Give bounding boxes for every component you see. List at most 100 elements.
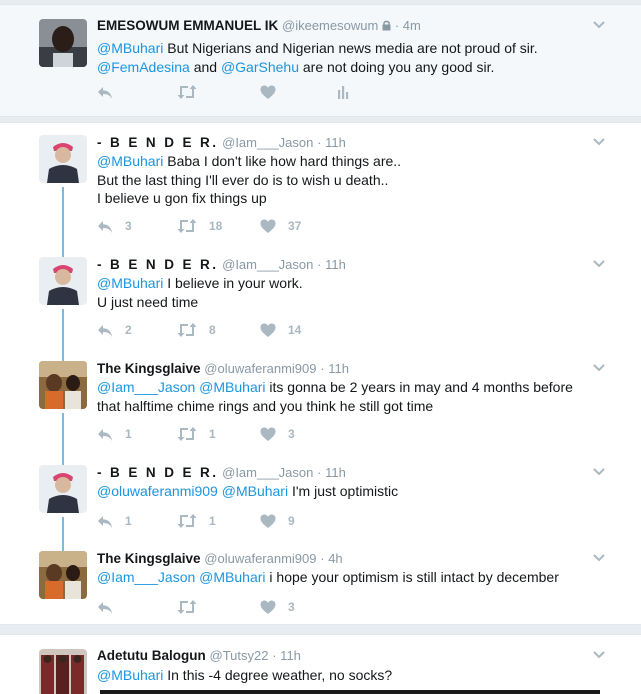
reply-button[interactable]: 2: [97, 321, 132, 339]
like-count: 3: [288, 427, 295, 441]
chevron-down-icon[interactable]: [593, 138, 605, 146]
mention-link[interactable]: @FemAdesina: [97, 59, 190, 75]
retweet-icon: [177, 323, 197, 337]
reply-button[interactable]: 3: [97, 217, 132, 235]
timestamp[interactable]: · 11h: [317, 257, 346, 272]
retweet-button[interactable]: 8: [177, 321, 216, 339]
user-handle[interactable]: @ikeemesowum: [282, 18, 378, 33]
display-name[interactable]: EMESOWUM EMMANUEL IK: [97, 18, 278, 33]
display-name[interactable]: The Kingsglaive: [97, 361, 201, 376]
thread-connector: [62, 517, 64, 553]
like-button[interactable]: 14: [260, 321, 301, 339]
display-name[interactable]: The Kingsglaive: [97, 551, 201, 566]
thread-connector: [62, 413, 64, 465]
reply-button[interactable]: 1: [97, 425, 132, 443]
attached-photo[interactable]: [100, 690, 600, 694]
display-name[interactable]: - B E N D E R.: [97, 257, 218, 272]
retweet-count: 1: [209, 514, 216, 528]
retweet-icon: [177, 514, 197, 528]
timestamp[interactable]: · 4m: [395, 18, 421, 33]
retweet-button[interactable]: 1: [177, 425, 216, 443]
mention-link[interactable]: @oluwaferanmi909: [97, 483, 218, 499]
like-count: 14: [288, 323, 302, 337]
mention-link[interactable]: @MBuhari: [97, 153, 163, 169]
text-span: In this -4 degree weather, no socks?: [163, 667, 393, 683]
retweet-button[interactable]: [177, 83, 209, 101]
text-line: I believe u gon fix things up: [97, 190, 267, 206]
mention-link[interactable]: @GarShehu: [221, 59, 299, 75]
mention-link[interactable]: @MBuhari: [97, 667, 163, 683]
tweet-text: @MBuhari In this -4 degree weather, no s…: [97, 666, 392, 685]
thread-connector: [62, 309, 64, 361]
chevron-down-icon[interactable]: [593, 21, 605, 29]
text-span: I'm just optimistic: [288, 483, 399, 499]
retweet-button[interactable]: 18: [177, 217, 222, 235]
display-name[interactable]: Adetutu Balogun: [97, 648, 206, 663]
like-button[interactable]: 3: [260, 598, 295, 616]
retweet-count: 18: [209, 219, 223, 233]
text-span: Baba I don't like how hard things are..: [163, 153, 402, 169]
like-count: 9: [288, 514, 295, 528]
display-name[interactable]: - B E N D E R.: [97, 135, 218, 150]
reply-icon: [98, 429, 112, 441]
avatar[interactable]: [39, 361, 87, 409]
avatar[interactable]: [39, 257, 87, 305]
chevron-down-icon[interactable]: [593, 554, 605, 562]
avatar[interactable]: [39, 551, 87, 599]
reply-button[interactable]: [97, 598, 125, 616]
analytics-button[interactable]: [337, 83, 361, 101]
tweet-card[interactable]: Adetutu Balogun @Tutsy22 · 11h @MBuhari …: [0, 634, 641, 694]
mention-link[interactable]: @MBuhari: [199, 379, 265, 395]
tweet-text: @Iam___Jason @MBuhari i hope your optimi…: [97, 568, 559, 587]
text-span: I believe in your work.: [163, 275, 303, 291]
like-count: 3: [288, 600, 295, 614]
like-button[interactable]: [260, 83, 288, 101]
reply-count: 1: [125, 514, 132, 528]
tweet-header: - B E N D E R. @Iam___Jason · 11h: [97, 257, 346, 272]
tweet-header: The Kingsglaive @oluwaferanmi909 · 11h: [97, 361, 349, 376]
mention-link[interactable]: @Iam___Jason: [97, 379, 195, 395]
user-handle[interactable]: @Iam___Jason: [222, 465, 313, 480]
like-button[interactable]: 37: [260, 217, 301, 235]
display-name[interactable]: - B E N D E R.: [97, 465, 218, 480]
mention-link[interactable]: @MBuhari: [97, 40, 163, 56]
user-handle[interactable]: @oluwaferanmi909: [204, 361, 316, 376]
reply-icon: [98, 221, 112, 233]
heart-icon: [260, 219, 276, 233]
reply-button[interactable]: 1: [97, 512, 132, 530]
chevron-down-icon[interactable]: [593, 260, 605, 268]
like-button[interactable]: 3: [260, 425, 295, 443]
tweet-card[interactable]: EMESOWUM EMMANUEL IK @ikeemesowum · 4m @…: [0, 4, 641, 117]
mention-link[interactable]: @MBuhari: [199, 569, 265, 585]
user-handle[interactable]: @Iam___Jason: [222, 135, 313, 150]
retweet-button[interactable]: [177, 598, 209, 616]
avatar[interactable]: [39, 19, 87, 67]
tweet-text: @Iam___Jason @MBuhari its gonna be 2 yea…: [97, 378, 573, 415]
user-handle[interactable]: @Iam___Jason: [222, 257, 313, 272]
user-handle[interactable]: @oluwaferanmi909: [204, 551, 316, 566]
text-line: that halftime chime rings and you think …: [97, 397, 434, 414]
user-handle[interactable]: @Tutsy22: [210, 648, 269, 663]
mention-link[interactable]: @Iam___Jason: [97, 569, 195, 585]
like-button[interactable]: 9: [260, 512, 295, 530]
avatar[interactable]: [39, 465, 87, 513]
reply-button[interactable]: [97, 83, 125, 101]
tweet-text: @MBuhari Baba I don't like how hard thin…: [97, 152, 401, 208]
tweet-header: Adetutu Balogun @Tutsy22 · 11h: [97, 648, 301, 663]
retweet-icon: [177, 219, 197, 233]
mention-link[interactable]: @MBuhari: [97, 275, 163, 291]
mention-link[interactable]: @MBuhari: [222, 483, 288, 499]
chevron-down-icon[interactable]: [593, 651, 605, 659]
chevron-down-icon[interactable]: [593, 364, 605, 372]
timestamp[interactable]: · 11h: [320, 361, 349, 376]
timestamp[interactable]: · 11h: [272, 648, 301, 663]
retweet-icon: [177, 427, 197, 441]
analytics-icon: [338, 86, 349, 99]
chevron-down-icon[interactable]: [593, 468, 605, 476]
timestamp[interactable]: · 11h: [317, 465, 346, 480]
timestamp[interactable]: · 11h: [317, 135, 346, 150]
avatar[interactable]: [39, 135, 87, 183]
avatar[interactable]: [39, 649, 87, 694]
retweet-button[interactable]: 1: [177, 512, 216, 530]
timestamp[interactable]: · 4h: [320, 551, 342, 566]
